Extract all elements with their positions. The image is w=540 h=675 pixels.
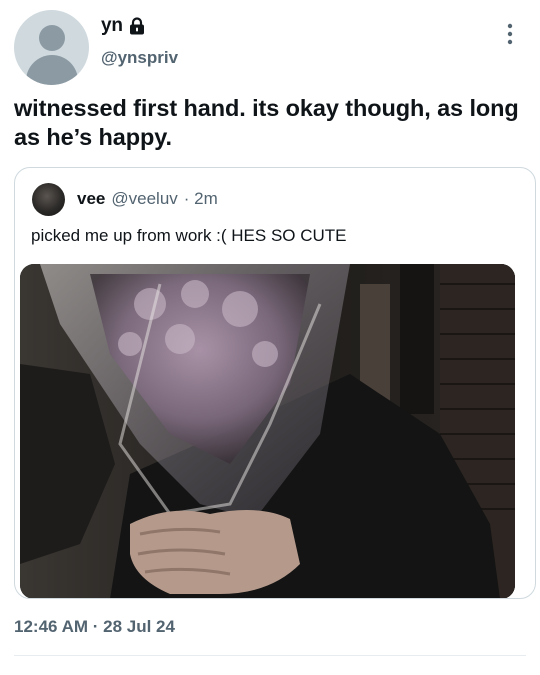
author-display-name[interactable]: yn [101, 15, 123, 37]
tweet-timestamp[interactable]: 12:46 AM · 28 Jul 24 [14, 617, 175, 637]
default-avatar-body [26, 55, 78, 85]
more-options-icon[interactable] [502, 22, 518, 46]
quoted-tweet-header: vee @veeluv · 2m [77, 188, 218, 210]
quoted-tweet-photo[interactable] [20, 264, 515, 598]
quoted-tweet-time: · 2m [183, 189, 218, 208]
default-avatar-head [39, 25, 65, 51]
quoted-tweet-card[interactable]: vee @veeluv · 2m picked me up from work … [14, 167, 536, 599]
tweet-text: witnessed first hand. its okay though, a… [14, 95, 519, 150]
quoted-author-avatar[interactable] [32, 183, 65, 216]
quoted-tweet-text: picked me up from work :( HES SO CUTE [31, 226, 347, 245]
lock-icon [129, 17, 145, 35]
divider [14, 655, 526, 656]
quoted-author-handle[interactable]: @veeluv [111, 188, 177, 210]
quoted-author-name[interactable]: vee [77, 188, 105, 210]
author-name-row[interactable]: yn [101, 14, 145, 38]
author-avatar[interactable] [14, 10, 89, 85]
author-handle[interactable]: @ynspriv [101, 48, 178, 68]
